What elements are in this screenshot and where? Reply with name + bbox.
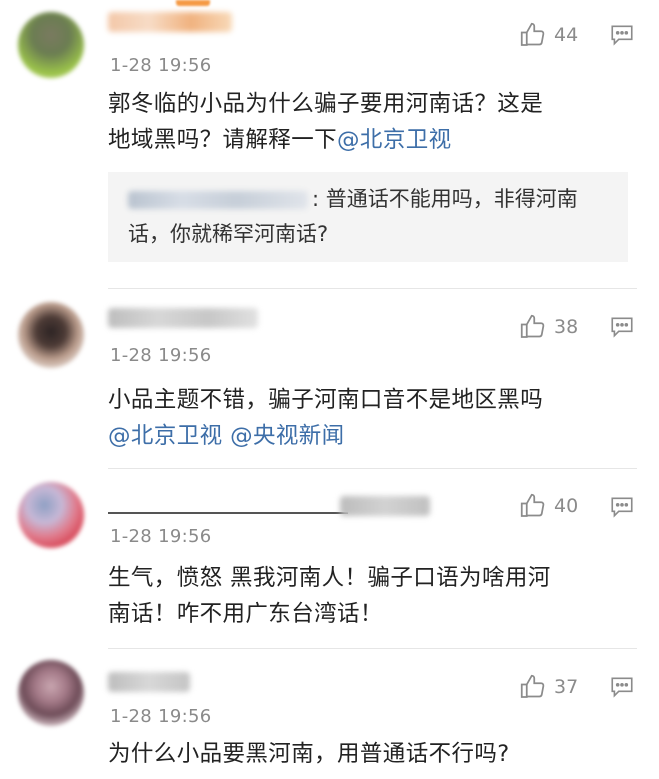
thumbs-up-icon bbox=[520, 493, 545, 517]
username-underline bbox=[108, 512, 348, 514]
thumbs-up-icon bbox=[520, 674, 545, 698]
quoted-reply-line: : 普通话不能用吗，非得河南 bbox=[128, 182, 616, 217]
comment-text-line: 生气，愤怒 黑我河南人！骗子口语为啥用河 bbox=[108, 565, 551, 591]
mention-link[interactable]: @央视新闻 bbox=[230, 423, 345, 449]
like-count: 38 bbox=[554, 316, 579, 338]
avatar[interactable] bbox=[18, 302, 84, 368]
like-count: 40 bbox=[554, 495, 579, 517]
quoted-reply-text: : 普通话不能用吗，非得河南 bbox=[312, 187, 578, 211]
comment-item: 44 1-28 19:56 郭冬临的小品为什么骗子要用河南话？这是 地域黑吗？请… bbox=[0, 0, 659, 290]
like-count: 44 bbox=[554, 24, 579, 46]
mention-link[interactable]: @北京卫视 bbox=[108, 423, 223, 449]
like-button[interactable]: 40 bbox=[518, 491, 578, 521]
avatar[interactable] bbox=[18, 660, 84, 726]
comment-text: 为什么小品要黑河南，用普通话不行吗? bbox=[108, 736, 628, 772]
like-button[interactable]: 44 bbox=[518, 20, 578, 50]
username-blurred[interactable] bbox=[108, 12, 232, 32]
comment-item: 38 1-28 19:56 小品主题不错，骗子河南口音不是地区黑吗 @北京卫视 … bbox=[0, 290, 659, 470]
comment-text: 生气，愤怒 黑我河南人！骗子口语为啥用河 南话！咋不用广东台湾话！ bbox=[108, 560, 628, 632]
comment-icon[interactable] bbox=[609, 674, 635, 700]
comment-time: 1-28 19:56 bbox=[110, 526, 212, 547]
comment-text-line: 郭冬临的小品为什么骗子要用河南话？这是 bbox=[108, 91, 544, 117]
like-button[interactable]: 37 bbox=[518, 672, 578, 702]
comment-text-line: 南话！咋不用广东台湾话！ bbox=[108, 601, 383, 627]
comment-time: 1-28 19:56 bbox=[110, 55, 212, 76]
username-blurred[interactable] bbox=[108, 672, 190, 692]
thumbs-up-icon bbox=[520, 22, 545, 46]
divider bbox=[108, 648, 637, 649]
comment-time: 1-28 19:56 bbox=[110, 706, 212, 727]
username-blurred[interactable] bbox=[340, 496, 430, 516]
comment-text: 郭冬临的小品为什么骗子要用河南话？这是 地域黑吗？请解释一下@北京卫视 bbox=[108, 86, 628, 158]
thumbs-up-icon bbox=[520, 314, 545, 338]
quoted-reply-line: 话，你就稀罕河南话? bbox=[128, 222, 329, 246]
comment-text-line: 为什么小品要黑河南，用普通话不行吗? bbox=[108, 741, 510, 767]
comment-time: 1-28 19:56 bbox=[110, 345, 212, 366]
comment-item: 40 1-28 19:56 生气，愤怒 黑我河南人！骗子口语为啥用河 南话！咋不… bbox=[0, 470, 659, 650]
quoted-username-blurred bbox=[128, 191, 308, 209]
quoted-reply[interactable]: : 普通话不能用吗，非得河南 话，你就稀罕河南话? bbox=[108, 172, 628, 262]
comment-text-line: @北京卫视 @央视新闻 bbox=[108, 418, 628, 454]
avatar[interactable] bbox=[18, 482, 84, 548]
comment-icon[interactable] bbox=[609, 494, 635, 520]
comment-icon[interactable] bbox=[609, 22, 635, 48]
comment-text-segment: 地域黑吗？请解释一下 bbox=[108, 127, 338, 153]
mention-link[interactable]: @北京卫视 bbox=[337, 127, 452, 153]
divider bbox=[108, 288, 637, 289]
like-count: 37 bbox=[554, 676, 579, 698]
comment-icon[interactable] bbox=[609, 314, 635, 340]
comment-text-line: 地域黑吗？请解释一下@北京卫视 bbox=[108, 122, 628, 158]
comment-text-line: 小品主题不错，骗子河南口音不是地区黑吗 bbox=[108, 387, 544, 413]
comment-text: 小品主题不错，骗子河南口音不是地区黑吗 @北京卫视 @央视新闻 bbox=[108, 382, 628, 454]
avatar[interactable] bbox=[18, 12, 84, 78]
username-blurred[interactable] bbox=[108, 308, 258, 328]
divider bbox=[108, 468, 637, 469]
comment-item: 37 1-28 19:56 为什么小品要黑河南，用普通话不行吗? bbox=[0, 650, 659, 779]
like-button[interactable]: 38 bbox=[518, 312, 578, 342]
